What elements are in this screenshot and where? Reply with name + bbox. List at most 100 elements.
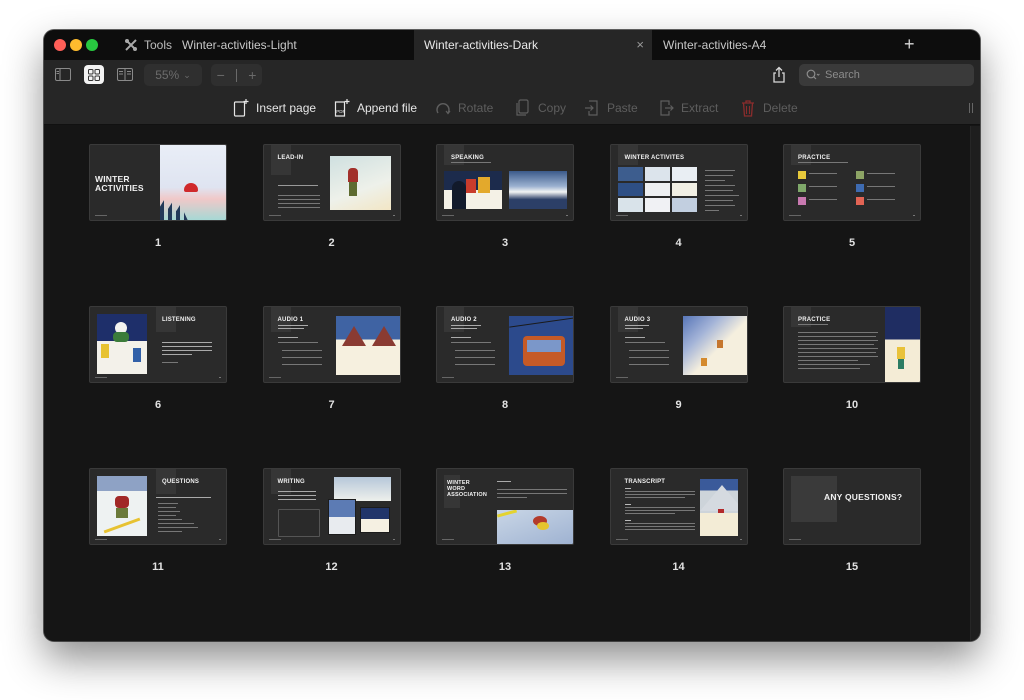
slide-footer <box>442 215 454 216</box>
page-thumbnail[interactable]: TRANSCRIPT 14 <box>609 468 748 573</box>
vertical-scrollbar[interactable] <box>970 126 980 641</box>
slide-preview[interactable]: TRANSCRIPT <box>609 468 748 545</box>
trash-icon <box>742 100 754 117</box>
slide-preview[interactable]: WRITING <box>262 468 401 545</box>
page-thumbnail[interactable]: WRITING 12 <box>262 468 401 573</box>
share-button[interactable] <box>770 66 788 84</box>
zoom-window-button[interactable] <box>86 39 98 51</box>
slide-preview[interactable]: SPEAKING <box>436 144 574 221</box>
text-line <box>798 348 878 349</box>
minimize-window-button[interactable] <box>70 39 82 51</box>
slide-title: WINTER ACTIVITES <box>624 155 685 161</box>
zoom-level-select[interactable]: 55% ⌄ <box>144 64 202 86</box>
page-thumbnail[interactable]: ANY QUESTIONS? 15 <box>783 468 921 573</box>
page-thumbnail[interactable]: WINTER ACTIVITES 4 <box>609 144 748 249</box>
text-line <box>624 337 645 338</box>
page-thumbnail[interactable]: QUESTIONS 11 <box>89 468 227 573</box>
text-line <box>277 203 320 204</box>
slide-title: LISTENING <box>162 317 196 323</box>
slide-preview[interactable]: PRACTICE <box>783 144 921 221</box>
insert-page-label: Insert page <box>256 101 317 115</box>
subtitle-line <box>451 328 477 329</box>
skier-illustration <box>97 476 147 536</box>
two-page-view-button[interactable] <box>115 65 135 84</box>
slide-preview[interactable]: ANY QUESTIONS? <box>783 468 921 545</box>
slide-title: AUDIO 1 <box>277 317 304 323</box>
text-line <box>277 342 318 343</box>
append-pdf-icon: PDF <box>334 99 350 117</box>
subtitle-line <box>451 162 491 163</box>
tab-winter-activities-dark[interactable]: Winter-activities-Dark × <box>414 30 652 60</box>
tab-winter-activities-light[interactable]: Winter-activities-Light <box>172 30 412 60</box>
slide-title: WINTER ACTIVITIES <box>95 174 144 193</box>
slide-footer <box>615 215 628 216</box>
page-thumbnail[interactable]: WINTER WORD ASSOCIATION 13 <box>436 468 574 573</box>
page-thumbnail[interactable]: SPEAKING 3 <box>436 144 574 249</box>
append-file-button[interactable]: PDF Append file <box>334 99 417 117</box>
page-thumbnail[interactable]: LEAD-IN 2 <box>262 144 401 249</box>
sidebar-icon <box>55 68 71 81</box>
list-line <box>158 507 176 508</box>
delete-button[interactable]: Delete <box>740 99 798 117</box>
tab-winter-activities-a4[interactable]: Winter-activities-A4 <box>653 30 893 60</box>
heading-line <box>497 481 511 482</box>
sidebar-view-button[interactable] <box>53 65 73 84</box>
tools-label: Tools <box>144 38 173 52</box>
page-thumbnail[interactable]: LISTENING 6 <box>89 306 227 411</box>
close-tab-icon[interactable]: × <box>636 38 644 52</box>
page-thumbnail[interactable]: AUDIO 1 7 <box>262 306 401 411</box>
text-line <box>277 207 320 208</box>
text-line <box>798 332 878 333</box>
paste-button[interactable]: Paste <box>584 99 638 117</box>
slide-preview[interactable]: LISTENING <box>89 306 227 383</box>
insert-page-button[interactable]: Insert page <box>233 99 316 117</box>
page-thumbnail[interactable]: PRACTICE 5 <box>783 144 921 249</box>
page-number: 2 <box>328 237 335 249</box>
slide-preview[interactable]: LEAD-IN <box>262 144 401 221</box>
list-line <box>158 531 182 532</box>
zoom-in-button[interactable]: + <box>248 67 256 83</box>
list-line <box>158 515 176 516</box>
slide-footer <box>615 539 628 540</box>
zoom-out-button[interactable]: − <box>217 67 225 83</box>
search-input[interactable] <box>825 69 965 81</box>
search-field[interactable] <box>799 64 974 86</box>
subtitle-line <box>624 328 643 329</box>
close-window-button[interactable] <box>54 39 66 51</box>
slide-preview[interactable]: AUDIO 1 <box>262 306 401 383</box>
toolbar-resize-handle[interactable] <box>969 103 973 113</box>
slide-preview[interactable]: AUDIO 3 <box>609 306 748 383</box>
grid-view-button[interactable] <box>84 65 104 84</box>
page-thumbnail[interactable]: AUDIO 3 9 <box>609 306 748 411</box>
cabins-illustration <box>359 507 390 533</box>
paste-icon <box>585 100 598 116</box>
page-thumbnail[interactable]: PRACTICE 10 <box>783 306 921 411</box>
tools-button[interactable]: Tools <box>124 30 172 60</box>
slide-preview[interactable]: PRACTICE <box>783 306 921 383</box>
list-line <box>704 180 725 181</box>
page-thumbnail[interactable]: AUDIO 2 8 <box>436 306 574 411</box>
rotate-button[interactable]: Rotate <box>435 99 493 117</box>
heading-line <box>624 504 631 505</box>
town-illustration <box>444 171 502 209</box>
copy-icon <box>516 99 529 116</box>
new-tab-button[interactable]: + <box>904 34 915 54</box>
slide-preview[interactable]: WINTER WORD ASSOCIATION <box>436 468 574 545</box>
slide-preview[interactable]: QUESTIONS <box>89 468 227 545</box>
slide-number <box>219 377 221 378</box>
slide-preview[interactable]: WINTER ACTIVITES <box>609 144 748 221</box>
slide-preview[interactable]: WINTER ACTIVITIES <box>89 144 227 221</box>
text-line <box>277 499 316 500</box>
copy-button[interactable]: Copy <box>515 99 566 117</box>
text-line <box>798 336 876 337</box>
text-line <box>277 185 318 186</box>
slide-number <box>739 215 742 216</box>
page-number: 6 <box>154 399 162 411</box>
subtitle-line <box>624 325 649 326</box>
question-line <box>628 364 669 365</box>
slide-number <box>566 215 568 216</box>
slide-preview[interactable]: AUDIO 2 <box>436 306 574 383</box>
page-thumbnail[interactable]: WINTER ACTIVITIES 1 <box>89 144 227 249</box>
text-line <box>798 344 874 345</box>
extract-button[interactable]: Extract <box>658 99 718 117</box>
